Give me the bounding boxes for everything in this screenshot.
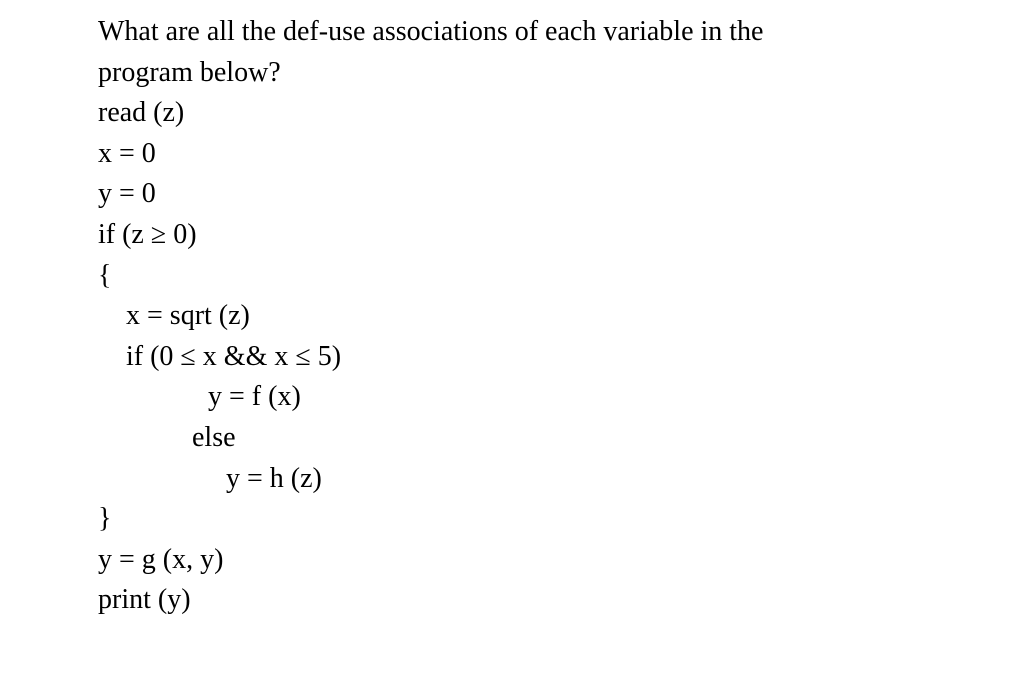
question-line-2: program below? [98,53,1024,94]
code-line-else: else [98,418,1024,459]
code-line-close-brace: } [98,499,1024,540]
question-line-1: What are all the def-use associations of… [98,12,1024,53]
code-line-x-sqrt: x = sqrt (z) [98,296,1024,337]
document-content: What are all the def-use associations of… [98,12,1024,621]
code-line-y-assign: y = 0 [98,174,1024,215]
code-line-read: read (z) [98,93,1024,134]
code-line-y-fx: y = f (x) [98,377,1024,418]
code-line-if-x: if (0 ≤ x && x ≤ 5) [98,337,1024,378]
code-line-if-z: if (z ≥ 0) [98,215,1024,256]
code-line-x-assign: x = 0 [98,134,1024,175]
code-line-y-hz: y = h (z) [98,459,1024,500]
code-line-print: print (y) [98,580,1024,621]
code-line-y-gxy: y = g (x, y) [98,540,1024,581]
code-line-open-brace: { [98,256,1024,297]
